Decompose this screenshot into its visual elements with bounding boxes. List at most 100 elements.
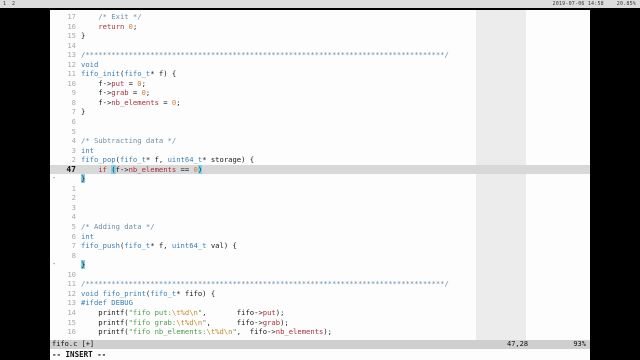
code-line[interactable]: 7 fifo_push(fifo_t* f, uint64_t val) { (50, 241, 590, 251)
code-line[interactable]: 8 (50, 251, 590, 261)
line-number: 15 (67, 317, 76, 327)
code-line-current[interactable]: 47 if (f->nb_elements == 0) (50, 164, 590, 175)
code-line[interactable]: 11 fifo_init(fifo_t* f) { (50, 69, 590, 79)
code-line[interactable]: 15 printf("fifo grab:\t%d\n", fifo->grab… (50, 318, 590, 328)
code-text: fifo_push(fifo_t* f, uint64_t val) { (81, 241, 237, 251)
code-text: } (81, 107, 85, 117)
code-line[interactable]: 13 #ifdef DEBUG (50, 298, 590, 308)
code-line[interactable]: 16 return 0; (50, 22, 590, 32)
code-line[interactable]: 10 f->put = 0; (50, 79, 590, 89)
command-line[interactable]: -- INSERT -- (50, 349, 590, 360)
code-line[interactable]: 12 void (50, 60, 590, 70)
code-line[interactable]: 14 (50, 41, 590, 51)
code-line[interactable]: 15} (50, 31, 590, 41)
code-line[interactable]: 10 (50, 270, 590, 280)
code-token: uint64_t (171, 241, 207, 251)
code-text: fifo_init(fifo_t* f) { (81, 69, 176, 79)
code-text: /* Adding data */ (81, 222, 155, 232)
line-number: 7 (71, 241, 76, 251)
code-token: /* Adding data */ (81, 222, 155, 232)
code-token: \t%d\n (206, 327, 233, 337)
code-lines[interactable]: 17 /* Exit */16 return 0; 15} 14 13/*******… (50, 12, 590, 337)
line-number: 2 (71, 193, 76, 203)
code-line[interactable]: -} (50, 260, 590, 270)
line-number: 16 (67, 21, 76, 31)
screen: 1 2 2019-07-06 14:58 20.85% 17 /* Exit *… (0, 0, 640, 360)
code-line[interactable]: 4 /* Subtracting data */ (50, 136, 590, 146)
workspace-2[interactable]: 2 (12, 0, 15, 8)
code-token: uint64_t (167, 155, 203, 165)
code-token: nb_elements (128, 164, 177, 174)
code-token: int (81, 231, 94, 241)
workspace-1[interactable]: 1 (3, 0, 6, 8)
line-number: 8 (71, 250, 76, 260)
code-token: fifo_push (81, 241, 120, 251)
code-text: #ifdef DEBUG (81, 298, 133, 308)
code-token: , fifo-> (202, 307, 263, 317)
code-line[interactable]: 16 printf("fifo nb_elements:\t%d\n", fif… (50, 327, 590, 337)
line-number: 16 (67, 327, 76, 337)
code-token: grab (111, 88, 129, 98)
code-line[interactable]: 4 (50, 212, 590, 222)
code-token: "fifo put: (128, 307, 172, 317)
line-number: 15 (67, 31, 76, 41)
line-number: 13 (67, 298, 76, 308)
code-line[interactable]: 2 fifo_pop(fifo_t* f, uint64_t* storage) … (50, 155, 590, 165)
code-text: /***************************************… (81, 279, 449, 289)
code-token: val) { (206, 241, 237, 251)
code-token: , fifo-> (206, 317, 263, 327)
code-token: f-> (81, 97, 112, 107)
code-token: fifo_t (124, 241, 151, 251)
code-token: * fifo) { (176, 288, 216, 298)
code-line[interactable]: 5 /* Adding data */ (50, 222, 590, 232)
line-number: 9 (71, 88, 76, 98)
code-line[interactable]: 11 /*************************************… (50, 279, 590, 289)
battery-level: 20.85% (616, 1, 636, 7)
code-text: f->nb_elements = 0; (81, 97, 180, 108)
code-token: "fifo grab: (128, 317, 177, 327)
code-token: fifo_t (124, 69, 151, 79)
code-token: ; (132, 21, 138, 31)
code-token: "fifo nb_elements: (128, 327, 207, 337)
code-token: put (111, 78, 125, 88)
code-line[interactable]: 3 int (50, 146, 590, 156)
code-line[interactable]: 6 int (50, 232, 590, 242)
code-token: fifo_pop (81, 155, 116, 165)
code-token: f-> (115, 164, 129, 174)
code-token: } (81, 174, 86, 184)
editor-window[interactable]: 17 /* Exit */16 return 0; 15} 14 13/*******… (50, 10, 590, 340)
system-status: 2019-07-06 14:58 20.85% (553, 0, 636, 8)
code-line[interactable]: 9 f->grab = 0; (50, 88, 590, 98)
code-token: } (81, 31, 86, 41)
code-token: \t%d\n (176, 317, 203, 327)
code-line[interactable]: 13 /*************************************… (50, 50, 590, 60)
line-number: 12 (67, 59, 76, 69)
code-line[interactable]: 3 (50, 203, 590, 213)
code-line[interactable]: 5 (50, 127, 590, 137)
code-line[interactable]: 12 void fifo_print(fifo_t* fifo) { (50, 289, 590, 299)
code-text: int (81, 232, 94, 242)
code-line[interactable]: 17 /* Exit */ (50, 12, 590, 22)
mode-indicator: -- INSERT -- (52, 350, 107, 359)
code-line[interactable]: 6 (50, 117, 590, 127)
code-line[interactable]: 8 f->nb_elements = 0; (50, 98, 590, 108)
code-line[interactable]: 14 printf("fifo put:\t%d\n", fifo->put); (50, 308, 590, 318)
code-token: fifo_t (119, 155, 146, 165)
code-line[interactable]: 2 (50, 193, 590, 203)
code-token: ); (275, 307, 285, 317)
code-line[interactable]: -} (50, 174, 590, 184)
line-number: 6 (71, 231, 76, 241)
line-number: 11 (67, 279, 76, 289)
line-number: 12 (67, 288, 76, 298)
code-text: fifo_pop(fifo_t* f, uint64_t* storage) { (81, 155, 254, 165)
code-token: ) (197, 164, 203, 174)
code-token: * f) { (150, 69, 177, 79)
fold-marker: - (52, 174, 57, 183)
code-line[interactable]: 1 (50, 184, 590, 194)
code-token: /***************************************… (81, 279, 449, 289)
code-text: return 0; (81, 22, 137, 32)
code-token: fifo_init (81, 69, 120, 79)
code-token: put (262, 307, 276, 317)
line-number: 7 (71, 107, 76, 117)
code-line[interactable]: 7} (50, 107, 590, 117)
